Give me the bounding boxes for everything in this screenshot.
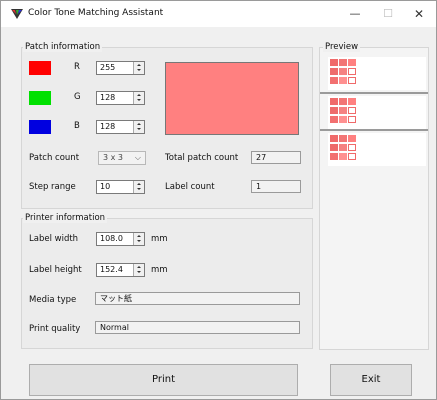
total-patch-count-field: 27 — [251, 151, 301, 164]
patch-count-value: 3 x 3 — [103, 153, 123, 162]
label-width-value: 108.0 — [100, 234, 123, 243]
preview-patch-cell — [339, 68, 347, 75]
g-label: G — [74, 92, 81, 102]
maximize-button[interactable]: ☐ — [373, 4, 403, 24]
preview-patch-cell — [339, 98, 347, 105]
exit-button[interactable]: Exit — [330, 364, 412, 396]
preview-patch-cell — [330, 153, 338, 160]
step-range-input[interactable]: 10 — [96, 180, 145, 194]
preview-patch-cell — [330, 98, 338, 105]
chevron-down-icon: ⌵ — [134, 153, 141, 162]
g-value: 128 — [100, 93, 116, 102]
color-preview — [165, 62, 299, 135]
b-input[interactable]: 128 — [96, 120, 145, 134]
label-height-spinner[interactable] — [133, 264, 144, 276]
media-type-label: Media type — [29, 295, 77, 305]
media-type-field: マット紙 — [95, 292, 300, 305]
preview-patch-cell — [348, 98, 356, 105]
print-quality-field: Normal — [95, 321, 300, 334]
preview-patch-cell — [330, 68, 338, 75]
step-range-value: 10 — [100, 182, 111, 191]
printer-information-legend: Printer information — [23, 213, 108, 223]
step-range-label: Step range — [29, 182, 76, 192]
r-input[interactable]: 255 — [96, 61, 145, 75]
r-label: R — [74, 62, 80, 72]
preview-patch-cell — [339, 116, 347, 123]
print-quality-label: Print quality — [29, 324, 81, 334]
b-spinner[interactable] — [133, 121, 144, 133]
preview-patch-cell — [348, 107, 356, 114]
preview-patch-cell — [348, 116, 356, 123]
g-input[interactable]: 128 — [96, 91, 145, 105]
r-value: 255 — [100, 63, 116, 72]
g-spinner[interactable] — [133, 92, 144, 104]
r-spinner[interactable] — [133, 62, 144, 74]
patch-count-select[interactable]: 3 x 3 ⌵ — [98, 151, 146, 165]
preview-patch-cell — [339, 144, 347, 151]
window-title: Color Tone Matching Assistant — [28, 8, 164, 18]
preview-patch-cell — [339, 77, 347, 84]
preview-patch-cell — [339, 135, 347, 142]
preview-patch-cell — [348, 68, 356, 75]
preview-separator — [320, 129, 428, 131]
close-button[interactable]: ✕ — [404, 4, 434, 24]
label-height-label: Label height — [29, 265, 82, 275]
preview-patch-cell — [339, 153, 347, 160]
b-label: B — [74, 121, 80, 131]
green-swatch — [29, 91, 51, 105]
patch-count-label: Patch count — [29, 153, 80, 163]
preview-patch-cell — [339, 107, 347, 114]
patch-information-legend: Patch information — [23, 42, 103, 52]
app-window: Color Tone Matching Assistant — ☐ ✕ Patc… — [0, 0, 437, 400]
preview-patch-cell — [348, 77, 356, 84]
preview-patch-cell — [348, 153, 356, 160]
label-width-label: Label width — [29, 234, 79, 244]
preview-patch-cell — [330, 77, 338, 84]
preview-patch-cell — [339, 59, 347, 66]
preview-patch-cell — [330, 59, 338, 66]
label-count-field: 1 — [251, 180, 301, 193]
red-swatch — [29, 61, 51, 75]
label-height-input[interactable]: 152.4 — [96, 263, 145, 277]
preview-separator — [320, 92, 428, 94]
minimize-button[interactable]: — — [340, 4, 370, 24]
preview-patch-cell — [348, 59, 356, 66]
label-width-unit: mm — [151, 234, 168, 244]
label-width-input[interactable]: 108.0 — [96, 232, 145, 246]
preview-patch-cell — [330, 135, 338, 142]
total-patch-count-label: Total patch count — [165, 153, 239, 163]
label-height-value: 152.4 — [100, 265, 123, 274]
label-count-label: Label count — [165, 182, 215, 192]
preview-legend: Preview — [323, 42, 361, 52]
preview-patch-cell — [348, 144, 356, 151]
label-height-unit: mm — [151, 265, 168, 275]
print-button[interactable]: Print — [29, 364, 298, 396]
preview-patch-cell — [348, 135, 356, 142]
preview-patch-cell — [330, 107, 338, 114]
preview-patch-cell — [330, 116, 338, 123]
step-range-spinner[interactable] — [133, 181, 144, 193]
app-logo-icon — [11, 9, 23, 19]
b-value: 128 — [100, 122, 116, 131]
preview-patch-cell — [330, 144, 338, 151]
label-width-spinner[interactable] — [133, 233, 144, 245]
title-bar: Color Tone Matching Assistant — ☐ ✕ — [1, 1, 436, 27]
blue-swatch — [29, 120, 51, 134]
